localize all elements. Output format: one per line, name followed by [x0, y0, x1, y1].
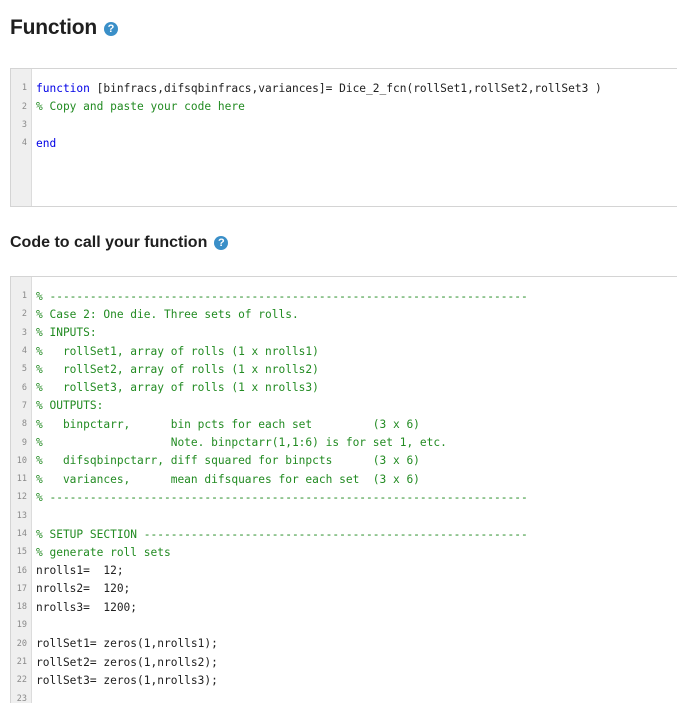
code-line[interactable]: 14 % SETUP SECTION ----------------------…: [11, 525, 677, 543]
question-circle-icon[interactable]: ?: [214, 236, 229, 250]
line-number: 22: [16, 675, 27, 686]
line-number: 8: [21, 419, 27, 430]
code-text: % INPUTS:: [36, 326, 97, 340]
function-heading: Function ?: [10, 16, 119, 40]
code-line[interactable]: 16 nrolls1= 12;: [11, 561, 677, 579]
call-code-heading: Code to call your function ?: [10, 234, 229, 252]
line-number: 4: [21, 346, 27, 357]
code-line[interactable]: 2 % Case 2: One die. Three sets of rolls.: [11, 305, 677, 323]
line-number: 1: [21, 83, 27, 94]
code-text: % rollSet3, array of rolls (1 x nrolls3): [36, 381, 319, 395]
line-number: 7: [21, 400, 27, 411]
code-text: nrolls2= 120;: [36, 582, 131, 596]
code-line[interactable]: 7 % OUTPUTS:: [11, 397, 677, 415]
line-number: 2: [21, 101, 27, 112]
line-number: 12: [16, 492, 27, 503]
code-text: % Note. binpctarr(1,1:6) is for set 1, e…: [36, 436, 447, 450]
code-text: % rollSet1, array of rolls (1 x nrolls1): [36, 344, 319, 358]
code-line[interactable]: 1 function [binfracs,difsqbinfracs,varian…: [11, 79, 677, 97]
line-number: 2: [21, 309, 27, 320]
code-text: function [binfracs,difsqbinfracs,varianc…: [31, 82, 602, 95]
code-line[interactable]: 21 rollSet2= zeros(1,nrolls2);: [11, 653, 677, 671]
line-number: 18: [16, 602, 27, 613]
line-number: 19: [16, 620, 27, 631]
code-line[interactable]: 2 % Copy and paste your code here: [11, 97, 677, 115]
code-text: % --------------------------------------…: [36, 490, 528, 504]
line-number: 4: [21, 138, 27, 149]
code-line[interactable]: 9 % Note. binpctarr(1,1:6) is for set 1, …: [11, 433, 677, 451]
code-keyword: end: [36, 136, 57, 150]
code-line[interactable]: 10 % difsqbinpctarr, diff squared for bin…: [11, 452, 677, 470]
code-line[interactable]: 15 % generate roll sets: [11, 543, 677, 561]
code-text: % OUTPUTS:: [36, 399, 104, 413]
code-text: rollSet1= zeros(1,nrolls1);: [36, 637, 218, 651]
line-number: 21: [16, 657, 27, 668]
line-number: 20: [16, 638, 27, 649]
code-rest: [binfracs,difsqbinfracs,variances]= Dice…: [89, 81, 602, 95]
code-line[interactable]: 17 nrolls2= 120;: [11, 580, 677, 598]
code-line[interactable]: 13: [11, 507, 677, 525]
line-number: 23: [16, 693, 27, 703]
code-text: % rollSet2, array of rolls (1 x nrolls2): [36, 362, 319, 376]
code-text: % Case 2: One die. Three sets of rolls.: [36, 307, 299, 321]
line-number: 5: [21, 364, 27, 375]
line-number: 6: [21, 382, 27, 393]
function-code-editor[interactable]: 1 function [binfracs,difsqbinfracs,varian…: [10, 68, 677, 207]
code-text: rollSet2= zeros(1,nrolls2);: [36, 655, 218, 669]
code-line[interactable]: 11 % variances, mean difsquares for each …: [11, 470, 677, 488]
code-line[interactable]: 12 % ------------------------------------…: [11, 488, 677, 506]
code-text: nrolls1= 12;: [36, 564, 124, 578]
question-circle-icon[interactable]: ?: [104, 22, 119, 36]
code-text: % Copy and paste your code here: [36, 100, 245, 114]
line-number: 1: [21, 291, 27, 302]
code-text: end: [31, 137, 56, 150]
function-title: Function: [10, 16, 98, 39]
code-line[interactable]: 6 % rollSet3, array of rolls (1 x nrolls3…: [11, 378, 677, 396]
code-line[interactable]: 3: [11, 116, 677, 134]
line-number: 13: [16, 510, 27, 521]
code-line[interactable]: 1 % -------------------------------------…: [11, 287, 677, 305]
code-line[interactable]: 20 rollSet1= zeros(1,nrolls1);: [11, 635, 677, 653]
line-number: 14: [16, 529, 27, 539]
code-line[interactable]: 22 rollSet3= zeros(1,nrolls3);: [11, 671, 677, 689]
code-text: % --------------------------------------…: [36, 289, 528, 303]
code-line[interactable]: 19: [11, 616, 677, 634]
line-number: 10: [16, 455, 27, 466]
line-number: 15: [16, 547, 27, 558]
line-number: 3: [21, 327, 27, 338]
code-text: nrolls3= 1200;: [36, 600, 138, 614]
code-line[interactable]: 3 % INPUTS:: [11, 324, 677, 342]
code-line[interactable]: 18 nrolls3= 1200;: [11, 598, 677, 616]
code-text: % difsqbinpctarr, diff squared for binpc…: [36, 454, 420, 468]
line-number: 9: [21, 437, 27, 448]
code-text: % binpctarr, bin pcts for each set (3 x …: [36, 417, 420, 431]
code-text: rollSet3= zeros(1,nrolls3);: [36, 673, 218, 687]
code-line[interactable]: 4 end: [11, 134, 677, 152]
code-line[interactable]: 23: [11, 690, 677, 703]
line-number: 16: [16, 565, 27, 576]
call-code-title: Code to call your function: [10, 234, 208, 251]
code-line[interactable]: 4 % rollSet1, array of rolls (1 x nrolls1…: [11, 342, 677, 360]
line-number: 11: [16, 474, 27, 485]
code-line[interactable]: 5 % rollSet2, array of rolls (1 x nrolls2…: [11, 360, 677, 378]
line-number: 17: [16, 583, 27, 594]
code-text: % generate roll sets: [36, 545, 171, 559]
code-keyword: function: [36, 81, 90, 95]
line-number: 3: [21, 119, 27, 130]
code-text: % variances, mean difsquares for each se…: [36, 472, 420, 486]
call-code-editor[interactable]: 1 % -------------------------------------…: [10, 276, 677, 703]
code-line[interactable]: 8 % binpctarr, bin pcts for each set (3 x…: [11, 415, 677, 433]
code-text: % SETUP SECTION ------------------------…: [36, 527, 528, 541]
